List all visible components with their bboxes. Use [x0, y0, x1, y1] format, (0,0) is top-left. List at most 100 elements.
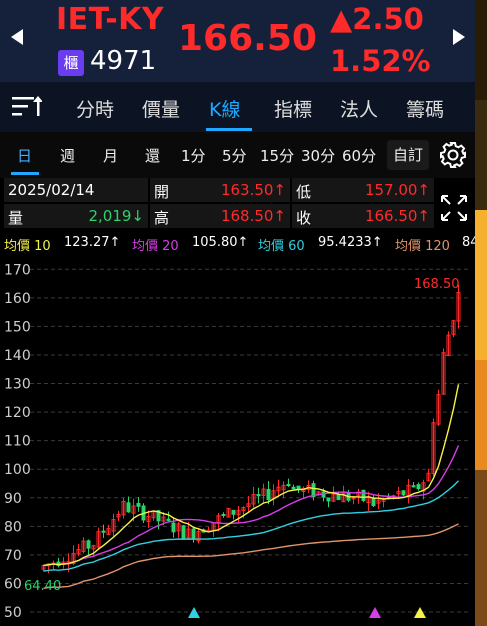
ma120-value: 84 — [462, 235, 475, 250]
period-week[interactable]: 週 — [60, 145, 75, 166]
ma10-value: 123.27↑ — [64, 235, 121, 250]
high-cell: 高 168.50↑ — [150, 204, 290, 228]
volume-value: 2,019↓ — [88, 207, 144, 225]
strip-block — [475, 470, 487, 626]
y-tick-label: 130 — [4, 377, 31, 393]
expand-arrows-icon — [441, 195, 467, 221]
candle-body — [86, 540, 91, 549]
y-tick-label: 80 — [4, 519, 22, 535]
fullscreen-button[interactable] — [436, 180, 472, 226]
y-tick-label: 110 — [4, 434, 31, 450]
app-frame: IET-KY 櫃 4971 166.50 ▲2.50 1.52% 分時 價量 K… — [0, 0, 475, 626]
high-value: 168.50↑ — [220, 207, 286, 225]
ma20-value: 105.80↑ — [192, 235, 249, 250]
left-triangle-icon — [11, 29, 23, 45]
close-cell: 收 166.50↑ — [292, 204, 434, 228]
tab-price-volume[interactable]: 價量 — [142, 95, 180, 122]
candle-body — [311, 483, 316, 498]
y-tick-label: 150 — [4, 319, 31, 335]
open-cell: 開 163.50↑ — [150, 178, 290, 202]
period-15min[interactable]: 15分 — [260, 145, 294, 166]
period-60min[interactable]: 60分 — [342, 145, 376, 166]
close-value: 166.50↑ — [364, 207, 430, 225]
candle-body — [166, 518, 171, 521]
event-marker — [369, 607, 381, 618]
settings-button[interactable] — [438, 140, 468, 170]
price-change-pct: 1.52% — [330, 44, 431, 78]
low-label: 低 — [296, 183, 312, 201]
ma20-line — [43, 445, 460, 567]
date-cell: 2025/02/14 — [4, 178, 148, 202]
sort-menu-icon — [12, 96, 43, 116]
open-value: 163.50↑ — [220, 181, 286, 199]
candle-body — [181, 525, 186, 539]
ohlc-info: 2025/02/14 開 163.50↑ 低 157.00↑ 量 2,019↓ … — [4, 178, 434, 228]
period-selector: 日 週 月 還 1分 5分 15分 30分 60分 自訂 — [0, 132, 475, 178]
ma120-line — [43, 523, 459, 589]
moving-average-legend: 均價 10 123.27↑ 均價 20 105.80↑ 均價 60 95.423… — [0, 233, 475, 254]
active-tab-indicator — [206, 128, 252, 131]
candle-body — [336, 494, 341, 501]
candle-body — [101, 530, 106, 533]
ma60-value: 95.4233↑ — [318, 235, 383, 250]
y-tick-label: 90 — [4, 491, 22, 507]
open-label: 開 — [154, 183, 170, 201]
volume-label: 量 — [8, 209, 24, 227]
active-period-indicator — [11, 172, 39, 175]
kline-chart[interactable]: 170 160 150 140 130 120 110 100 90 80 70 60 50 168.50… — [0, 252, 475, 626]
tab-intraday[interactable]: 分時 — [76, 95, 114, 122]
price-change: ▲2.50 — [330, 2, 424, 36]
candle-body — [136, 503, 141, 507]
period-5min[interactable]: 5分 — [222, 145, 247, 166]
low-cell: 低 157.00↑ — [292, 178, 434, 202]
volume-cell: 量 2,019↓ — [4, 204, 148, 228]
y-tick-label: 100 — [4, 462, 31, 478]
y-tick-label: 70 — [4, 548, 22, 564]
right-triangle-icon — [453, 29, 465, 45]
y-tick-label: 120 — [4, 405, 31, 421]
strip-block — [475, 0, 487, 100]
market-badge: 櫃 — [58, 50, 84, 76]
y-tick-label: 140 — [4, 348, 31, 364]
y-tick-label: 60 — [4, 576, 22, 592]
candle-body — [171, 522, 176, 533]
tab-kline[interactable]: K線 — [209, 95, 240, 122]
period-month[interactable]: 月 — [103, 145, 118, 166]
min-price-label: 64.40 — [24, 579, 61, 594]
next-stock-button[interactable] — [452, 28, 466, 51]
prev-stock-button[interactable] — [10, 28, 24, 51]
candle-body — [371, 497, 376, 507]
y-tick-label: 170 — [4, 262, 31, 278]
tab-institutional[interactable]: 法人 — [340, 95, 378, 122]
gear-icon — [440, 142, 466, 168]
candle-body — [266, 488, 271, 501]
candle-body — [231, 509, 236, 515]
custom-period-button[interactable]: 自訂 — [387, 140, 429, 170]
candle-body — [221, 514, 226, 517]
candle-body — [326, 497, 331, 502]
period-1min[interactable]: 1分 — [181, 145, 206, 166]
period-day[interactable]: 日 — [17, 145, 32, 166]
stock-ticker: IET-KY — [56, 2, 165, 37]
strip-block — [475, 210, 487, 360]
menu-button[interactable] — [12, 94, 43, 120]
candle-body — [191, 528, 196, 539]
tab-chips[interactable]: 籌碼 — [406, 95, 444, 122]
period-30min[interactable]: 30分 — [301, 145, 335, 166]
period-adjusted[interactable]: 還 — [145, 145, 160, 166]
candle-body — [126, 502, 131, 513]
quote-header: IET-KY 櫃 4971 166.50 ▲2.50 1.52% — [0, 0, 475, 82]
chart-tabs: 分時 價量 K線 指標 法人 籌碼 — [0, 82, 475, 132]
tab-indicators[interactable]: 指標 — [274, 95, 312, 122]
bar-date: 2025/02/14 — [8, 181, 95, 199]
candle-body — [411, 485, 416, 488]
candle-body — [291, 486, 296, 490]
y-tick-label: 160 — [4, 291, 31, 307]
stock-code: 4971 — [90, 46, 157, 76]
y-tick-label: 50 — [4, 605, 22, 621]
close-label: 收 — [296, 209, 312, 227]
low-value: 157.00↑ — [364, 181, 430, 199]
candle-body — [361, 489, 366, 501]
strip-block — [475, 360, 487, 470]
background-strip — [475, 0, 487, 626]
